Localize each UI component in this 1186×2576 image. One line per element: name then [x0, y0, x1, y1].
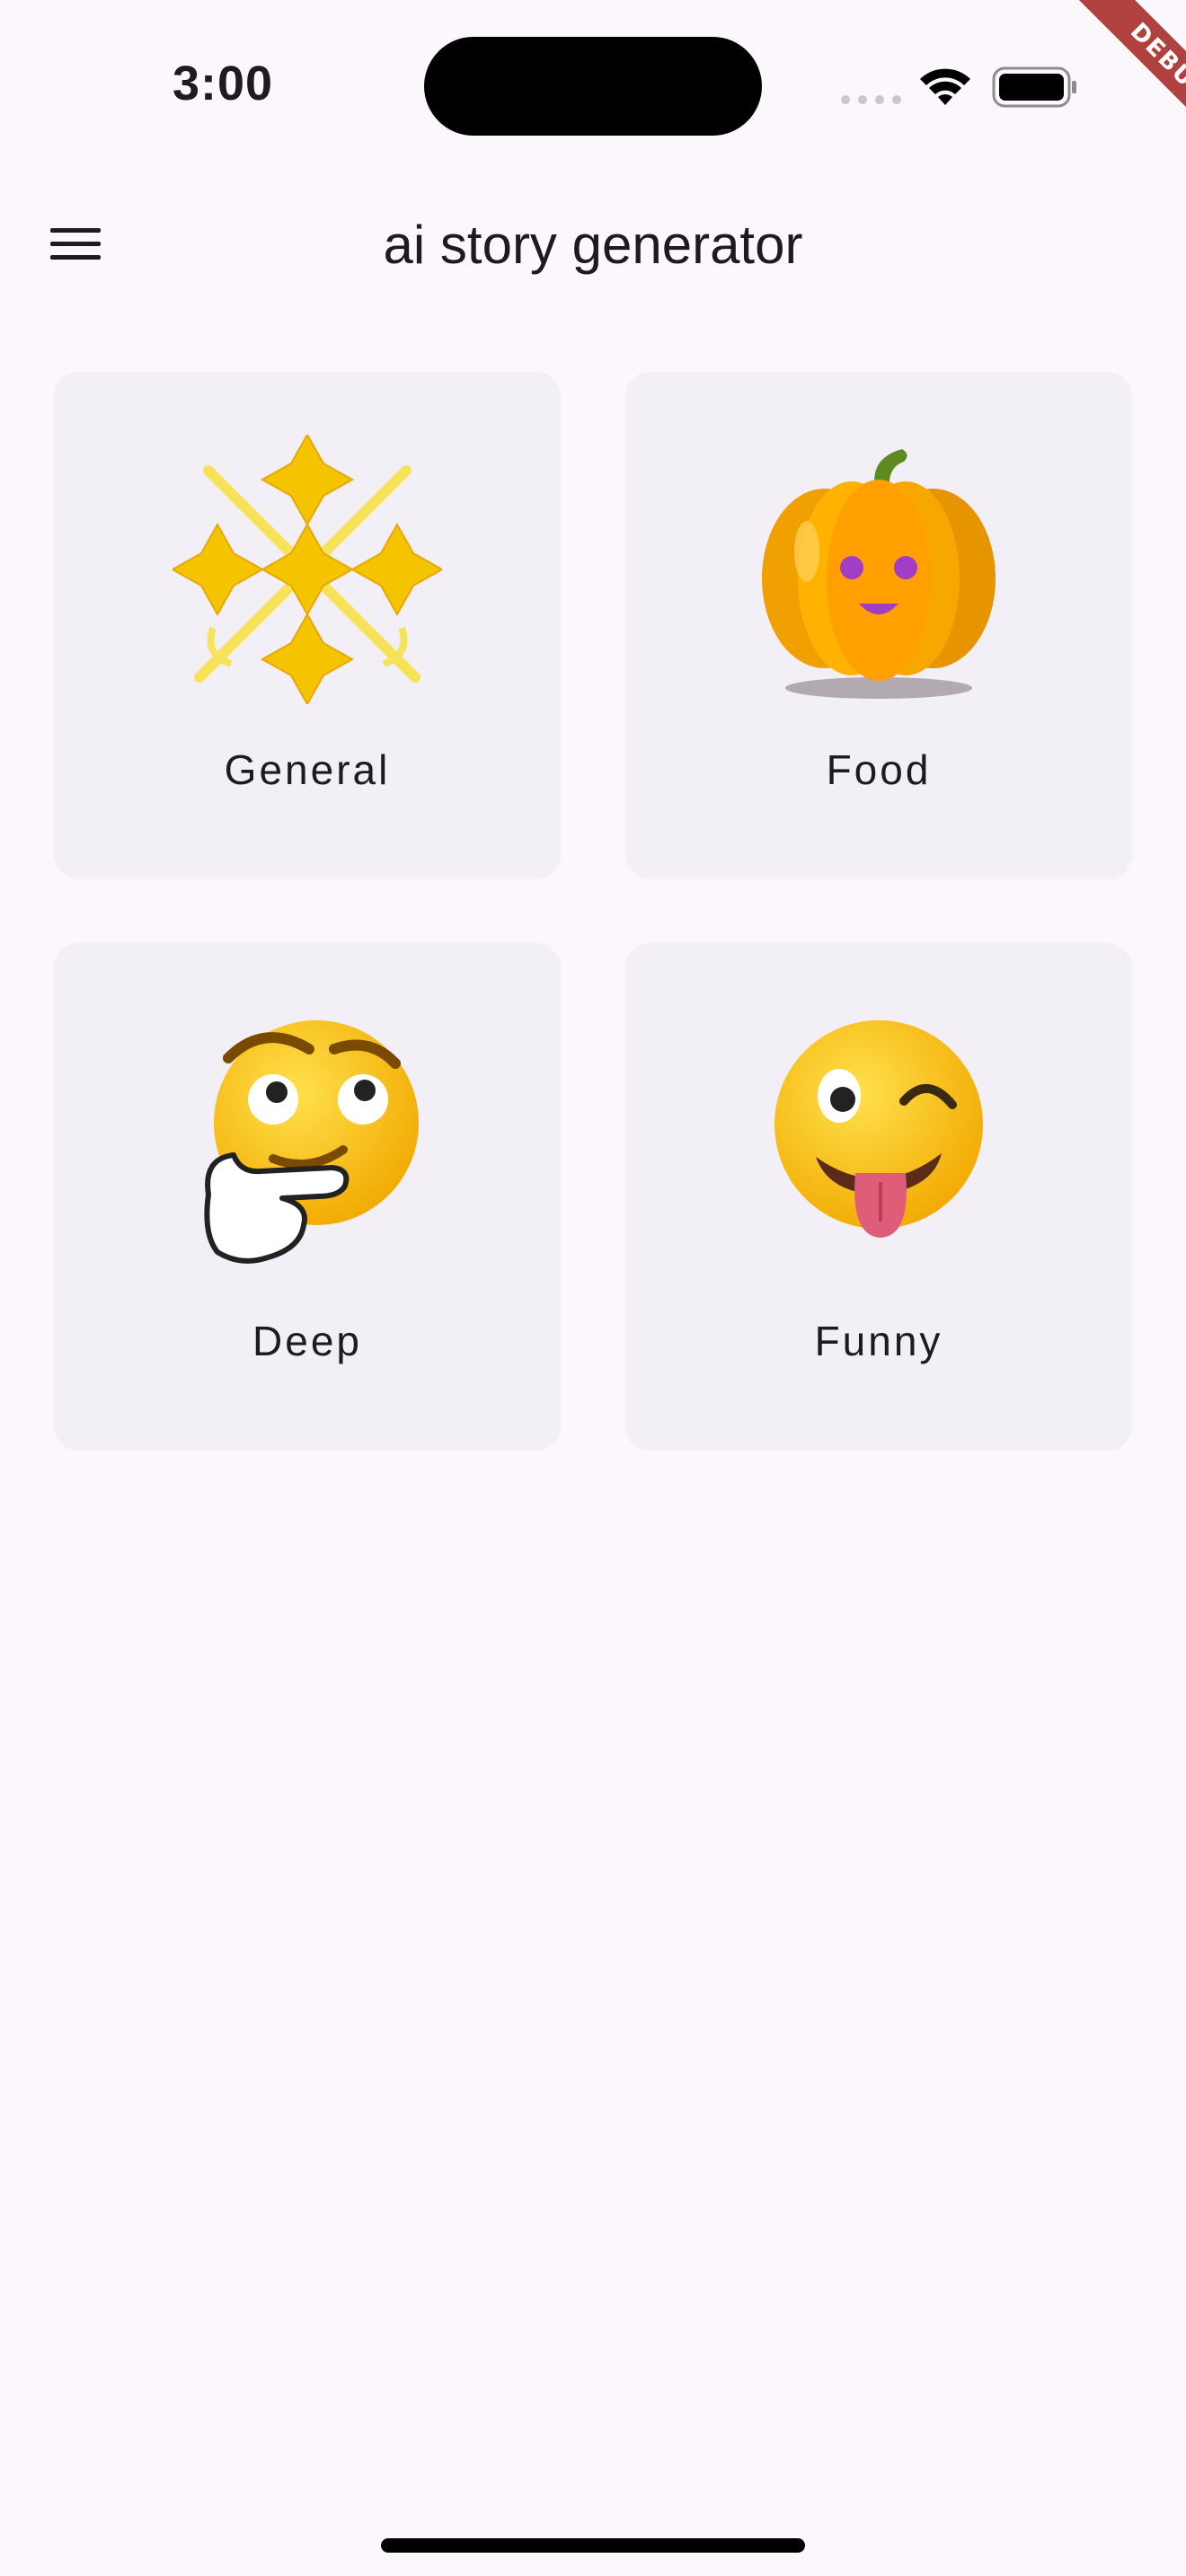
home-indicator[interactable]	[381, 2538, 805, 2553]
app-title: ai story generator	[383, 215, 803, 275]
app-bar: ai story generator	[0, 180, 1186, 305]
category-grid: General Food Deep Funny	[54, 372, 1132, 1450]
thinking-face-icon	[204, 1020, 419, 1264]
status-time: 3:00	[173, 57, 274, 110]
category-label-general: General	[224, 746, 391, 793]
dynamic-island	[424, 37, 762, 136]
category-card-general[interactable]: General	[54, 372, 561, 878]
category-label-funny: Funny	[814, 1318, 943, 1364]
pumpkin-face-icon	[762, 449, 996, 699]
sparkles-crossed-swords-icon	[173, 435, 442, 704]
category-card-deep[interactable]: Deep	[54, 943, 561, 1450]
status-bar: 3:00 DEBUG	[0, 0, 1186, 171]
category-label-food: Food	[826, 746, 932, 793]
category-label-deep: Deep	[252, 1318, 362, 1364]
cellular-signal-icon	[841, 95, 901, 104]
category-card-funny[interactable]: Funny	[625, 943, 1132, 1450]
wifi-icon	[920, 68, 970, 105]
category-card-food[interactable]: Food	[625, 372, 1132, 878]
debug-banner: DEBUG	[1015, 0, 1186, 171]
winking-tongue-face-icon	[774, 1020, 983, 1238]
